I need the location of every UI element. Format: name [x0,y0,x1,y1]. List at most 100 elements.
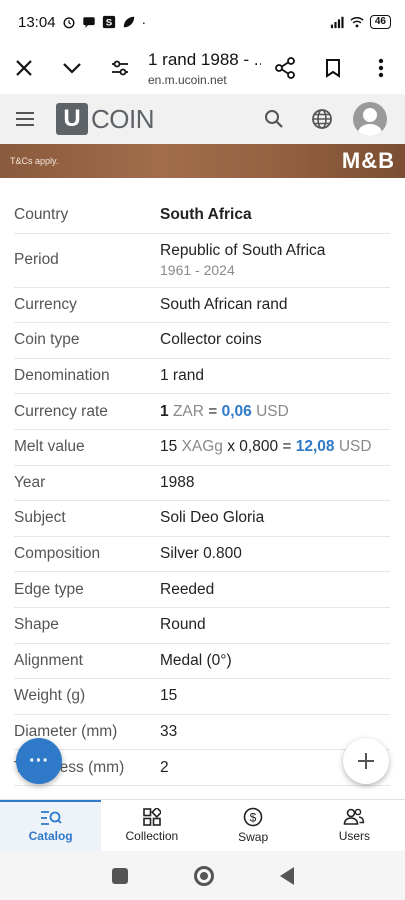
more-horizontal-icon: ··· [29,749,49,772]
nav-users[interactable]: Users [304,800,405,851]
ucoin-logo[interactable]: U COIN [56,103,155,135]
nav-collection[interactable]: Collection [101,800,202,851]
bookmark-icon [326,59,340,78]
more-options-button[interactable] [357,44,405,92]
status-time: 13:04 [18,13,56,31]
leaf-icon [123,16,134,28]
weight-value: 15 [160,687,178,705]
shape-value: Round [160,616,206,634]
back-icon[interactable] [279,866,294,885]
period-years: 1961 - 2024 [160,262,235,279]
rate-unit: ZAR [172,402,204,420]
detail-row-currency: Currency South African rand [14,288,390,324]
wifi-icon [350,17,364,28]
detail-row-year: Year 1988 [14,466,390,502]
alignment-value: Medal (0°) [160,651,232,669]
site-header: U COIN [0,94,405,144]
alarm-icon [63,17,75,29]
home-icon[interactable] [193,865,214,886]
nav-label: Users [338,829,371,843]
melt-target: USD [338,438,372,456]
status-bar: 13:04 S · 46 [0,0,405,44]
detail-row-subject: Subject Soli Deo Gloria [14,501,390,537]
system-nav-bar [0,851,405,900]
language-button[interactable] [301,98,343,140]
chevron-down-icon [63,63,81,74]
s-app-icon: S [102,15,115,29]
svg-text:$: $ [250,811,257,825]
detail-row-period: Period Republic of South Africa 1961 - 2… [14,234,390,288]
melt-result: 12,08 [295,438,335,456]
ad-brand: M&B [341,148,395,173]
detail-row-denomination: Denomination 1 rand [14,359,390,395]
account-button[interactable] [349,98,391,140]
nav-swap[interactable]: $ Swap [203,800,304,851]
bottom-nav: Catalog Collection $ Swap Users [0,799,405,851]
share-icon [275,57,295,79]
detail-label: Coin type [14,331,80,349]
composition-value: Silver 0.800 [160,545,242,563]
avatar [353,102,387,136]
detail-label: Year [14,473,46,491]
subject-value: Soli Deo Gloria [160,509,265,527]
signal-icon [330,16,344,29]
detail-label: Alignment [14,651,83,669]
detail-row-thickness: Thickness (mm) 2 [14,750,390,786]
nav-catalog[interactable]: Catalog [0,800,102,851]
denomination-value: 1 rand [160,367,204,385]
recents-icon[interactable] [111,867,128,884]
svg-text:S: S [105,18,112,29]
detail-row-currency-rate: Currency rate 1 ZAR = 0,06 USD [14,394,390,430]
ad-disclaimer: T&Cs apply. [10,156,59,166]
coin-details-table: Country South Africa Period Republic of … [14,198,390,786]
url-bar[interactable]: 1 rand 1988 - ... en.m.ucoin.net [144,50,261,87]
detail-row-weight: Weight (g) 15 [14,679,390,715]
browser-toolbar: 1 rand 1988 - ... en.m.ucoin.net [0,44,405,92]
menu-button[interactable] [4,98,46,140]
hamburger-icon [16,112,34,126]
melt-value-value: 15 XAGg x 0,800 = 12,08 USD [160,438,390,456]
year-value: 1988 [160,473,195,491]
close-tab-button[interactable] [0,44,48,92]
search-icon [265,110,283,128]
detail-row-edge-type: Edge type Reeded [14,572,390,608]
swap-coin-icon: $ [243,807,263,827]
expand-button[interactable] [48,44,96,92]
ad-banner[interactable]: T&Cs apply. M&B [0,144,405,178]
currency-value: South African rand [160,295,288,313]
detail-label: Period [14,251,59,269]
melt-unit: XAGg [181,438,223,456]
rate-target: USD [256,402,289,420]
add-to-collection-fab[interactable] [343,738,389,784]
collection-grid-icon [143,808,161,826]
detail-label: Edge type [14,580,84,598]
detail-label: Currency [14,295,77,313]
share-button[interactable] [261,44,309,92]
status-dot: · [141,14,147,30]
globe-icon [312,109,332,129]
logo-mark: U [56,103,88,135]
more-vertical-icon [378,58,384,78]
rate-equals: = [203,402,222,420]
bookmark-button[interactable] [309,44,357,92]
detail-row-composition: Composition Silver 0.800 [14,537,390,573]
detail-row-alignment: Alignment Medal (0°) [14,644,390,680]
melt-multiplier: x 0,800 = [222,438,296,456]
page-domain: en.m.ucoin.net [148,72,227,87]
melt-amount: 15 [160,438,178,456]
page-title: 1 rand 1988 - ... [148,49,261,69]
period-link[interactable]: Republic of South Africa [160,242,390,260]
search-button[interactable] [253,98,295,140]
detail-label: Shape [14,616,59,634]
detail-label: Composition [14,545,101,563]
logo-text: COIN [91,103,155,134]
detail-row-country: Country South Africa [14,198,390,234]
detail-label: Melt value [14,438,85,456]
plus-icon [358,753,374,769]
diameter-value: 33 [160,723,178,741]
more-actions-fab[interactable]: ··· [16,738,62,784]
message-icon [82,17,95,28]
country-link[interactable]: South Africa [160,206,390,224]
site-settings-button[interactable] [96,44,144,92]
battery-indicator: 46 [369,15,391,29]
